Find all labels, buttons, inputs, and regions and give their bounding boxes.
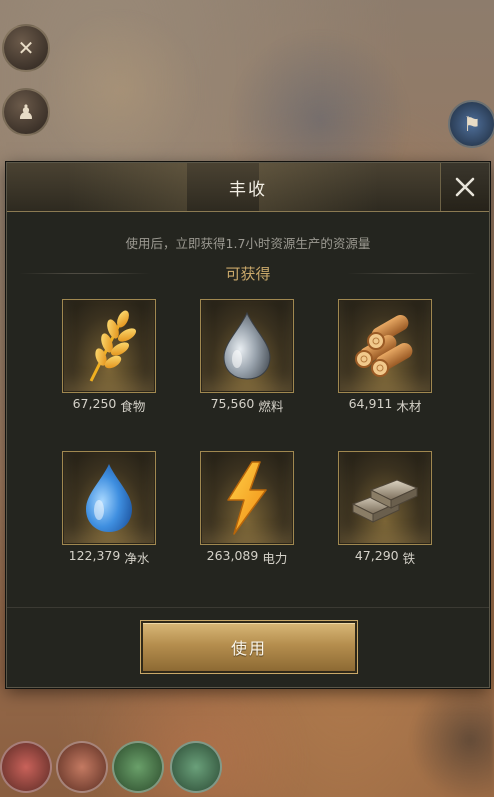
resource-tile[interactable] xyxy=(200,299,294,393)
side-event-button[interactable]: ⚑ xyxy=(448,100,494,148)
resource-label: 67,250 食物 xyxy=(62,396,156,415)
iron-ingot-icon xyxy=(351,479,419,523)
resource-label: 75,560 燃料 xyxy=(200,396,294,415)
divider-line xyxy=(19,272,150,274)
resource-item-food[interactable]: 67,250 食物 xyxy=(62,299,156,415)
resource-name: 食物 xyxy=(120,399,146,414)
use-button-label: 使用 xyxy=(230,639,267,658)
resource-name: 木材 xyxy=(396,399,422,414)
resource-name: 净水 xyxy=(124,551,150,566)
close-button[interactable] xyxy=(440,163,489,211)
resource-amount: 47,290 xyxy=(354,548,399,563)
cross-tools-icon: ✕ xyxy=(17,36,35,60)
side-tool-button[interactable]: ✕ xyxy=(2,24,50,72)
bottom-menu-button[interactable] xyxy=(56,741,108,793)
event-icon: ⚑ xyxy=(463,112,481,136)
resource-tile[interactable] xyxy=(338,451,432,545)
resource-name: 电力 xyxy=(262,551,288,566)
resource-amount: 75,560 xyxy=(210,396,255,411)
resource-tile[interactable] xyxy=(338,299,432,393)
wheat-icon xyxy=(89,310,137,382)
resource-name: 燃料 xyxy=(258,399,284,414)
resource-amount: 67,250 xyxy=(72,396,117,411)
divider-line xyxy=(346,272,478,274)
resource-label: 47,290 铁 xyxy=(338,548,432,567)
side-hero-button[interactable]: ♟ xyxy=(2,88,50,136)
oil-drop-icon xyxy=(223,311,271,380)
harvest-dialog: 丰收 使用后，立即获得1.7小时资源生产的资源量 可获得 67,250 食物 7… xyxy=(6,162,490,688)
bottom-menu-button[interactable] xyxy=(170,741,222,793)
dialog-header: 丰收 xyxy=(7,163,489,212)
section-header: 可获得 xyxy=(15,261,481,285)
bottom-menu-button[interactable] xyxy=(0,741,52,793)
section-title: 可获得 xyxy=(225,264,271,283)
footer-divider xyxy=(7,607,489,608)
resource-tile[interactable] xyxy=(62,451,156,545)
bottom-menu-button[interactable] xyxy=(112,741,164,793)
resource-tile[interactable] xyxy=(200,451,294,545)
resource-item-fuel[interactable]: 75,560 燃料 xyxy=(200,299,294,415)
resource-label: 122,379 净水 xyxy=(62,548,156,567)
resource-amount: 122,379 xyxy=(68,548,121,563)
wood-logs-icon xyxy=(355,315,413,377)
resource-item-water[interactable]: 122,379 净水 xyxy=(62,451,156,567)
resource-name: 铁 xyxy=(402,551,416,566)
dialog-title: 丰收 xyxy=(229,179,267,200)
resource-item-wood[interactable]: 64,911 木材 xyxy=(338,299,432,415)
resource-amount: 263,089 xyxy=(206,548,259,563)
water-drop-icon xyxy=(86,464,132,532)
resource-tile[interactable] xyxy=(62,299,156,393)
resource-item-iron[interactable]: 47,290 铁 xyxy=(338,451,432,567)
resource-label: 64,911 木材 xyxy=(338,396,432,415)
lightning-icon xyxy=(227,461,267,535)
close-icon xyxy=(455,177,475,197)
use-button[interactable]: 使用 xyxy=(141,621,357,673)
dialog-description: 使用后，立即获得1.7小时资源生产的资源量 xyxy=(125,236,371,251)
resource-label: 263,089 电力 xyxy=(200,548,294,567)
resource-item-power[interactable]: 263,089 电力 xyxy=(200,451,294,567)
resource-amount: 64,911 xyxy=(348,396,393,411)
person-icon: ♟ xyxy=(17,100,35,124)
